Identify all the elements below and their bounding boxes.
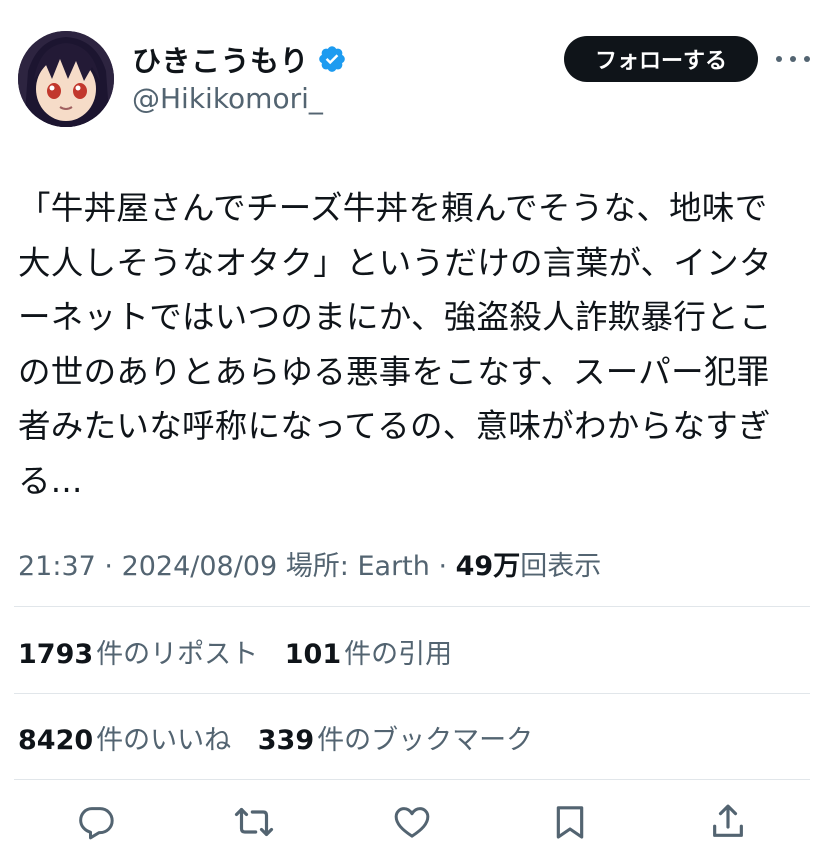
reply-icon[interactable] xyxy=(74,800,118,844)
bookmarks-label: 件のブックマーク xyxy=(317,725,534,756)
quotes-stat[interactable]: 101 件の引用 xyxy=(285,639,452,670)
quotes-count: 101 xyxy=(284,639,342,670)
quotes-label: 件の引用 xyxy=(344,639,453,670)
share-icon[interactable] xyxy=(706,800,750,844)
views-label: 回表示 xyxy=(520,551,602,582)
tweet-location: 場所: Earth xyxy=(285,551,430,582)
tweet-text: 「牛丼屋さんでチーズ牛丼を頼んでそうな、地味で 大人しそうなオタク」というだけの… xyxy=(18,189,772,500)
repost-icon[interactable] xyxy=(232,800,276,844)
tweet-meta: 21:37 · 2024/08/09 場所: Earth · 49万回表示 xyxy=(18,544,601,583)
stats-row-likes: 8420 件のいいね 339 件のブックマーク xyxy=(18,718,551,757)
divider xyxy=(14,606,810,607)
likes-count: 8420 xyxy=(18,725,94,756)
display-name[interactable]: ひきこうもり xyxy=(132,38,309,80)
reposts-stat[interactable]: 1793 件のリポスト xyxy=(18,639,258,670)
tweet-time[interactable]: 21:37 xyxy=(18,551,96,582)
views-count: 49万 xyxy=(455,551,521,582)
meta-separator: · xyxy=(95,551,122,582)
follow-button[interactable]: フォローする xyxy=(564,36,758,82)
verified-badge-icon[interactable] xyxy=(317,44,347,74)
stats-row-reposts: 1793 件のリポスト 101 件の引用 xyxy=(18,632,470,671)
bookmarks-stat[interactable]: 339 件のブックマーク xyxy=(258,725,533,756)
meta-separator: · xyxy=(429,551,456,582)
more-options-icon[interactable] xyxy=(776,46,810,72)
author-name-row: ひきこうもり xyxy=(132,38,347,80)
bookmark-icon[interactable] xyxy=(548,800,592,844)
likes-label: 件のいいね xyxy=(96,725,232,756)
avatar[interactable] xyxy=(18,31,114,127)
tweet-date[interactable]: 2024/08/09 xyxy=(122,551,278,582)
action-bar xyxy=(0,800,828,854)
user-handle[interactable]: @Hikikomori_ xyxy=(132,82,323,115)
divider xyxy=(14,779,810,780)
divider xyxy=(14,693,810,694)
reposts-label: 件のリポスト xyxy=(96,639,259,670)
like-icon[interactable] xyxy=(390,800,434,844)
likes-stat[interactable]: 8420 件のいいね xyxy=(18,725,231,756)
bookmarks-count: 339 xyxy=(257,725,315,756)
reposts-count: 1793 xyxy=(18,639,94,670)
avatar-image xyxy=(18,31,114,127)
